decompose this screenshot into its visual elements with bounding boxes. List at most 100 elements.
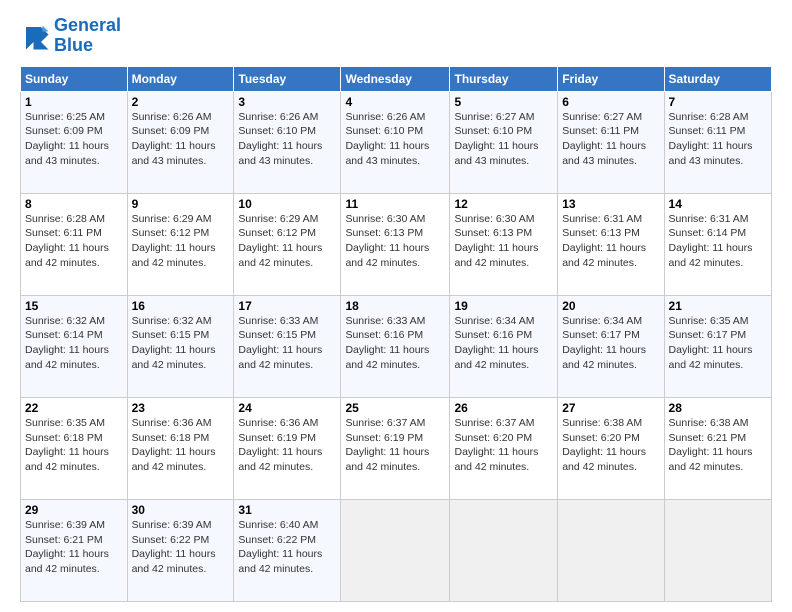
calendar-header-row: SundayMondayTuesdayWednesdayThursdayFrid… [21,66,772,91]
day-number: 19 [454,299,553,313]
calendar-cell: 3 Sunrise: 6:26 AMSunset: 6:10 PMDayligh… [234,91,341,193]
day-number: 14 [669,197,767,211]
day-content: Sunrise: 6:29 AMSunset: 6:12 PMDaylight:… [132,212,230,271]
day-number: 1 [25,95,123,109]
day-content: Sunrise: 6:30 AMSunset: 6:13 PMDaylight:… [345,212,445,271]
calendar-cell: 8 Sunrise: 6:28 AMSunset: 6:11 PMDayligh… [21,193,128,295]
day-content: Sunrise: 6:34 AMSunset: 6:17 PMDaylight:… [562,314,659,373]
day-content: Sunrise: 6:40 AMSunset: 6:22 PMDaylight:… [238,518,336,577]
day-number: 15 [25,299,123,313]
calendar-cell: 30 Sunrise: 6:39 AMSunset: 6:22 PMDaylig… [127,499,234,601]
calendar-cell: 19 Sunrise: 6:34 AMSunset: 6:16 PMDaylig… [450,295,558,397]
calendar-week-4: 22 Sunrise: 6:35 AMSunset: 6:18 PMDaylig… [21,397,772,499]
day-number: 27 [562,401,659,415]
day-number: 26 [454,401,553,415]
calendar-cell: 20 Sunrise: 6:34 AMSunset: 6:17 PMDaylig… [558,295,664,397]
calendar-cell: 22 Sunrise: 6:35 AMSunset: 6:18 PMDaylig… [21,397,128,499]
calendar-cell: 13 Sunrise: 6:31 AMSunset: 6:13 PMDaylig… [558,193,664,295]
calendar-cell: 2 Sunrise: 6:26 AMSunset: 6:09 PMDayligh… [127,91,234,193]
calendar-cell: 9 Sunrise: 6:29 AMSunset: 6:12 PMDayligh… [127,193,234,295]
calendar-cell: 31 Sunrise: 6:40 AMSunset: 6:22 PMDaylig… [234,499,341,601]
day-content: Sunrise: 6:35 AMSunset: 6:17 PMDaylight:… [669,314,767,373]
day-number: 10 [238,197,336,211]
day-content: Sunrise: 6:39 AMSunset: 6:22 PMDaylight:… [132,518,230,577]
day-content: Sunrise: 6:32 AMSunset: 6:14 PMDaylight:… [25,314,123,373]
day-content: Sunrise: 6:27 AMSunset: 6:11 PMDaylight:… [562,110,659,169]
calendar-cell: 4 Sunrise: 6:26 AMSunset: 6:10 PMDayligh… [341,91,450,193]
header: General Blue [20,16,772,56]
logo-text: General Blue [54,16,121,56]
day-number: 23 [132,401,230,415]
day-content: Sunrise: 6:28 AMSunset: 6:11 PMDaylight:… [25,212,123,271]
header-day-monday: Monday [127,66,234,91]
calendar-cell: 7 Sunrise: 6:28 AMSunset: 6:11 PMDayligh… [664,91,771,193]
day-number: 11 [345,197,445,211]
day-number: 5 [454,95,553,109]
calendar-cell: 14 Sunrise: 6:31 AMSunset: 6:14 PMDaylig… [664,193,771,295]
calendar-cell [558,499,664,601]
day-number: 4 [345,95,445,109]
header-day-saturday: Saturday [664,66,771,91]
day-number: 8 [25,197,123,211]
day-content: Sunrise: 6:26 AMSunset: 6:10 PMDaylight:… [238,110,336,169]
day-number: 3 [238,95,336,109]
calendar-cell: 17 Sunrise: 6:33 AMSunset: 6:15 PMDaylig… [234,295,341,397]
calendar-cell: 6 Sunrise: 6:27 AMSunset: 6:11 PMDayligh… [558,91,664,193]
calendar-cell: 24 Sunrise: 6:36 AMSunset: 6:19 PMDaylig… [234,397,341,499]
day-number: 20 [562,299,659,313]
calendar-week-5: 29 Sunrise: 6:39 AMSunset: 6:21 PMDaylig… [21,499,772,601]
day-content: Sunrise: 6:27 AMSunset: 6:10 PMDaylight:… [454,110,553,169]
header-day-wednesday: Wednesday [341,66,450,91]
calendar-cell: 27 Sunrise: 6:38 AMSunset: 6:20 PMDaylig… [558,397,664,499]
day-content: Sunrise: 6:31 AMSunset: 6:14 PMDaylight:… [669,212,767,271]
day-content: Sunrise: 6:37 AMSunset: 6:19 PMDaylight:… [345,416,445,475]
day-number: 22 [25,401,123,415]
day-number: 28 [669,401,767,415]
calendar-cell: 26 Sunrise: 6:37 AMSunset: 6:20 PMDaylig… [450,397,558,499]
day-number: 13 [562,197,659,211]
day-content: Sunrise: 6:36 AMSunset: 6:18 PMDaylight:… [132,416,230,475]
day-content: Sunrise: 6:28 AMSunset: 6:11 PMDaylight:… [669,110,767,169]
calendar-cell: 23 Sunrise: 6:36 AMSunset: 6:18 PMDaylig… [127,397,234,499]
page: General Blue SundayMondayTuesdayWednesda… [0,0,792,612]
day-content: Sunrise: 6:39 AMSunset: 6:21 PMDaylight:… [25,518,123,577]
day-number: 24 [238,401,336,415]
calendar-cell: 1 Sunrise: 6:25 AMSunset: 6:09 PMDayligh… [21,91,128,193]
calendar-body: 1 Sunrise: 6:25 AMSunset: 6:09 PMDayligh… [21,91,772,601]
day-content: Sunrise: 6:26 AMSunset: 6:09 PMDaylight:… [132,110,230,169]
day-content: Sunrise: 6:33 AMSunset: 6:15 PMDaylight:… [238,314,336,373]
calendar-cell: 25 Sunrise: 6:37 AMSunset: 6:19 PMDaylig… [341,397,450,499]
day-content: Sunrise: 6:33 AMSunset: 6:16 PMDaylight:… [345,314,445,373]
day-content: Sunrise: 6:31 AMSunset: 6:13 PMDaylight:… [562,212,659,271]
header-day-thursday: Thursday [450,66,558,91]
calendar-cell: 11 Sunrise: 6:30 AMSunset: 6:13 PMDaylig… [341,193,450,295]
day-number: 16 [132,299,230,313]
header-day-sunday: Sunday [21,66,128,91]
day-content: Sunrise: 6:30 AMSunset: 6:13 PMDaylight:… [454,212,553,271]
day-content: Sunrise: 6:35 AMSunset: 6:18 PMDaylight:… [25,416,123,475]
calendar-week-1: 1 Sunrise: 6:25 AMSunset: 6:09 PMDayligh… [21,91,772,193]
header-day-friday: Friday [558,66,664,91]
day-number: 12 [454,197,553,211]
calendar-cell: 16 Sunrise: 6:32 AMSunset: 6:15 PMDaylig… [127,295,234,397]
day-content: Sunrise: 6:34 AMSunset: 6:16 PMDaylight:… [454,314,553,373]
day-number: 9 [132,197,230,211]
day-content: Sunrise: 6:36 AMSunset: 6:19 PMDaylight:… [238,416,336,475]
day-content: Sunrise: 6:38 AMSunset: 6:21 PMDaylight:… [669,416,767,475]
calendar-cell [341,499,450,601]
day-content: Sunrise: 6:37 AMSunset: 6:20 PMDaylight:… [454,416,553,475]
calendar-cell: 5 Sunrise: 6:27 AMSunset: 6:10 PMDayligh… [450,91,558,193]
day-number: 7 [669,95,767,109]
day-content: Sunrise: 6:25 AMSunset: 6:09 PMDaylight:… [25,110,123,169]
calendar-cell: 21 Sunrise: 6:35 AMSunset: 6:17 PMDaylig… [664,295,771,397]
day-number: 30 [132,503,230,517]
day-content: Sunrise: 6:26 AMSunset: 6:10 PMDaylight:… [345,110,445,169]
calendar-table: SundayMondayTuesdayWednesdayThursdayFrid… [20,66,772,602]
calendar-week-3: 15 Sunrise: 6:32 AMSunset: 6:14 PMDaylig… [21,295,772,397]
day-content: Sunrise: 6:32 AMSunset: 6:15 PMDaylight:… [132,314,230,373]
day-content: Sunrise: 6:38 AMSunset: 6:20 PMDaylight:… [562,416,659,475]
header-day-tuesday: Tuesday [234,66,341,91]
day-number: 18 [345,299,445,313]
calendar-cell: 12 Sunrise: 6:30 AMSunset: 6:13 PMDaylig… [450,193,558,295]
calendar-cell: 28 Sunrise: 6:38 AMSunset: 6:21 PMDaylig… [664,397,771,499]
